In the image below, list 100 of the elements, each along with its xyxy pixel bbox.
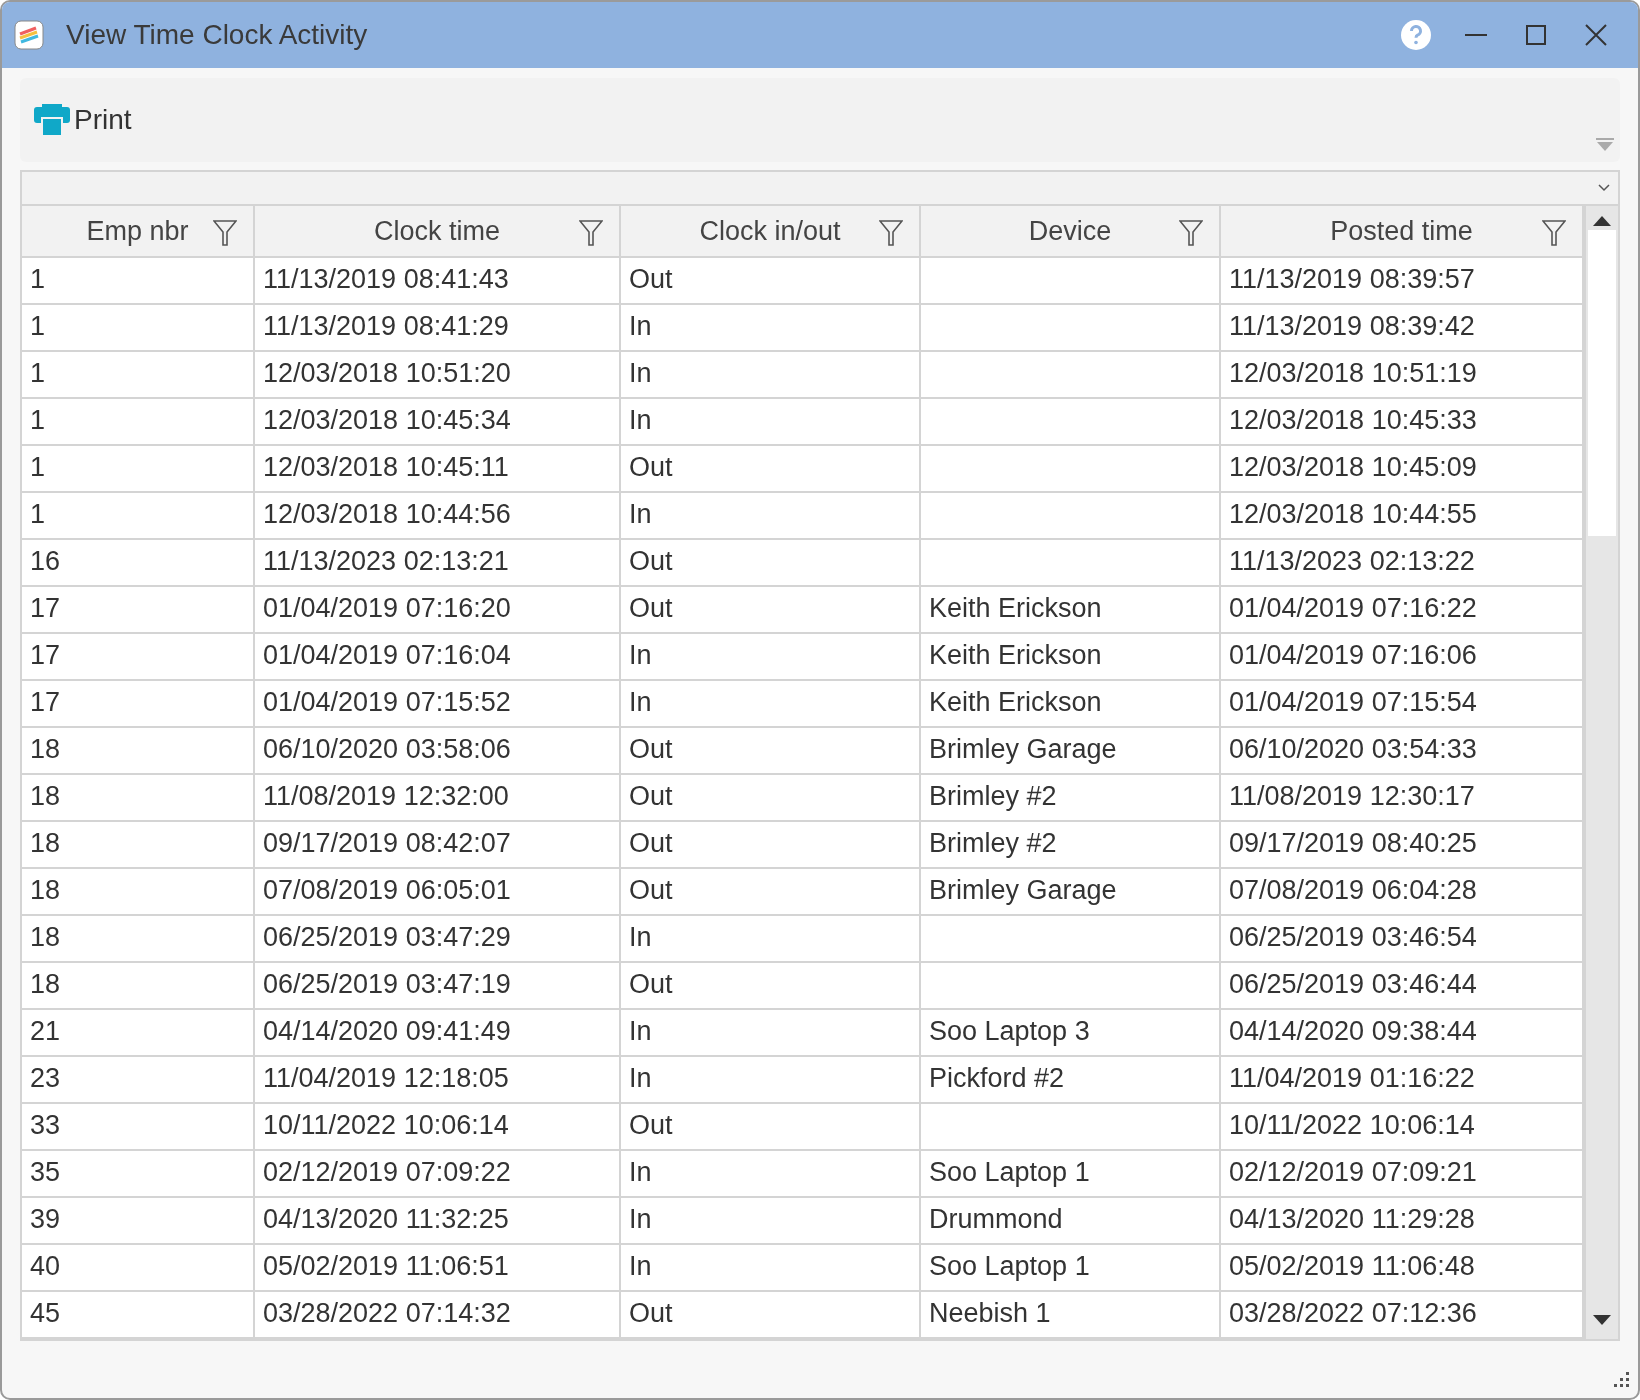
table-cell: Pickford #2 — [921, 1057, 1221, 1104]
table-cell: 12/03/2018 10:44:56 — [255, 493, 621, 540]
filter-icon[interactable] — [879, 220, 903, 246]
table-cell: Keith Erickson — [921, 587, 1221, 634]
table-cell: In — [621, 305, 921, 352]
table-cell: Out — [621, 587, 921, 634]
chevron-down-icon — [1598, 184, 1610, 192]
close-icon — [1585, 24, 1607, 46]
table-cell: 1 — [22, 352, 255, 399]
maximize-icon — [1526, 25, 1546, 45]
column-header[interactable]: Emp nbr — [22, 206, 255, 258]
table-cell: Out — [621, 869, 921, 916]
table-cell: Out — [621, 822, 921, 869]
table-cell: In — [621, 1010, 921, 1057]
table-cell: 11/13/2019 08:41:43 — [255, 258, 621, 305]
scroll-down-icon[interactable] — [1593, 1315, 1611, 1325]
table-cell: In — [621, 634, 921, 681]
table-cell: Soo Laptop 1 — [921, 1151, 1221, 1198]
column-header[interactable]: Posted time — [1221, 206, 1584, 258]
table-cell: 16 — [22, 540, 255, 587]
table-cell: Brimley Garage — [921, 728, 1221, 775]
table-cell: Brimley Garage — [921, 869, 1221, 916]
print-button[interactable]: Print — [30, 95, 136, 145]
column-header[interactable]: Clock time — [255, 206, 621, 258]
table-cell: Out — [621, 1292, 921, 1339]
table-cell: 10/11/2022 10:06:14 — [255, 1104, 621, 1151]
toolbar-options-icon — [1596, 138, 1614, 152]
table-cell: 04/14/2020 09:41:49 — [255, 1010, 621, 1057]
table-cell: 45 — [22, 1292, 255, 1339]
table-cell: 06/25/2019 03:47:19 — [255, 963, 621, 1010]
table-cell: 33 — [22, 1104, 255, 1151]
table-cell: Brimley #2 — [921, 775, 1221, 822]
table-cell: Out — [621, 963, 921, 1010]
table-cell: 21 — [22, 1010, 255, 1057]
table-cell: 23 — [22, 1057, 255, 1104]
table-cell: 12/03/2018 10:45:11 — [255, 446, 621, 493]
table-cell: In — [621, 399, 921, 446]
table-cell: In — [621, 916, 921, 963]
table-cell: Out — [621, 540, 921, 587]
app-icon — [14, 20, 44, 50]
table-cell: 17 — [22, 681, 255, 728]
table-cell: 05/02/2019 11:06:51 — [255, 1245, 621, 1292]
table-cell: In — [621, 1151, 921, 1198]
table-cell: 18 — [22, 775, 255, 822]
table-cell: 12/03/2018 10:51:20 — [255, 352, 621, 399]
table-cell: 17 — [22, 634, 255, 681]
table-cell: Out — [621, 728, 921, 775]
table-cell: In — [621, 352, 921, 399]
table-cell: 18 — [22, 916, 255, 963]
table-cell: Out — [621, 775, 921, 822]
table-cell: Out — [621, 1104, 921, 1151]
scrollbar[interactable] — [1584, 206, 1618, 1339]
table-cell: 11/13/2019 08:41:29 — [255, 305, 621, 352]
column-header[interactable]: Clock in/out — [621, 206, 921, 258]
table-cell: 06/10/2020 03:58:06 — [255, 728, 621, 775]
scroll-up-icon[interactable] — [1593, 216, 1611, 226]
table-cell: Soo Laptop 1 — [921, 1245, 1221, 1292]
printer-icon — [34, 104, 70, 136]
table-cell: 11/04/2019 12:18:05 — [255, 1057, 621, 1104]
table-cell: 1 — [22, 305, 255, 352]
table-cell: 12/03/2018 10:45:34 — [255, 399, 621, 446]
window-title: View Time Clock Activity — [66, 18, 368, 52]
table-cell: 40 — [22, 1245, 255, 1292]
filter-icon[interactable] — [1179, 220, 1203, 246]
table-cell: In — [621, 681, 921, 728]
table-cell: 04/13/2020 11:32:25 — [255, 1198, 621, 1245]
table-cell: Keith Erickson — [921, 634, 1221, 681]
table-cell: Neebish 1 — [921, 1292, 1221, 1339]
column-header[interactable]: Device — [921, 206, 1221, 258]
table-cell: In — [621, 1198, 921, 1245]
table-cell: 18 — [22, 822, 255, 869]
table-cell: Drummond — [921, 1198, 1221, 1245]
table-cell: 09/17/2019 08:42:07 — [255, 822, 621, 869]
table-cell: 1 — [22, 446, 255, 493]
table-cell: 18 — [22, 963, 255, 1010]
table-cell: 07/08/2019 06:05:01 — [255, 869, 621, 916]
table-cell: Out — [621, 446, 921, 493]
scrollbar-thumb[interactable] — [1588, 230, 1616, 536]
table-cell: 01/04/2019 07:16:20 — [255, 587, 621, 634]
filter-icon[interactable] — [579, 220, 603, 246]
table-cell: In — [621, 1057, 921, 1104]
filter-icon[interactable] — [213, 220, 237, 246]
table-cell: 35 — [22, 1151, 255, 1198]
table-cell: Out — [621, 258, 921, 305]
help-icon — [1400, 19, 1432, 51]
minimize-icon — [1465, 33, 1487, 37]
table-cell: Keith Erickson — [921, 681, 1221, 728]
table-cell: 1 — [22, 399, 255, 446]
table-cell: 11/08/2019 12:32:00 — [255, 775, 621, 822]
table-cell: 39 — [22, 1198, 255, 1245]
table-cell: In — [621, 493, 921, 540]
table-cell: Soo Laptop 3 — [921, 1010, 1221, 1057]
table-cell: 06/25/2019 03:47:29 — [255, 916, 621, 963]
filter-icon[interactable] — [1542, 220, 1566, 246]
table-cell: 1 — [22, 258, 255, 305]
table-cell: 01/04/2019 07:16:04 — [255, 634, 621, 681]
table-cell: 1 — [22, 493, 255, 540]
table-cell: In — [621, 1245, 921, 1292]
table-cell: 02/12/2019 07:09:22 — [255, 1151, 621, 1198]
table-cell: 17 — [22, 587, 255, 634]
